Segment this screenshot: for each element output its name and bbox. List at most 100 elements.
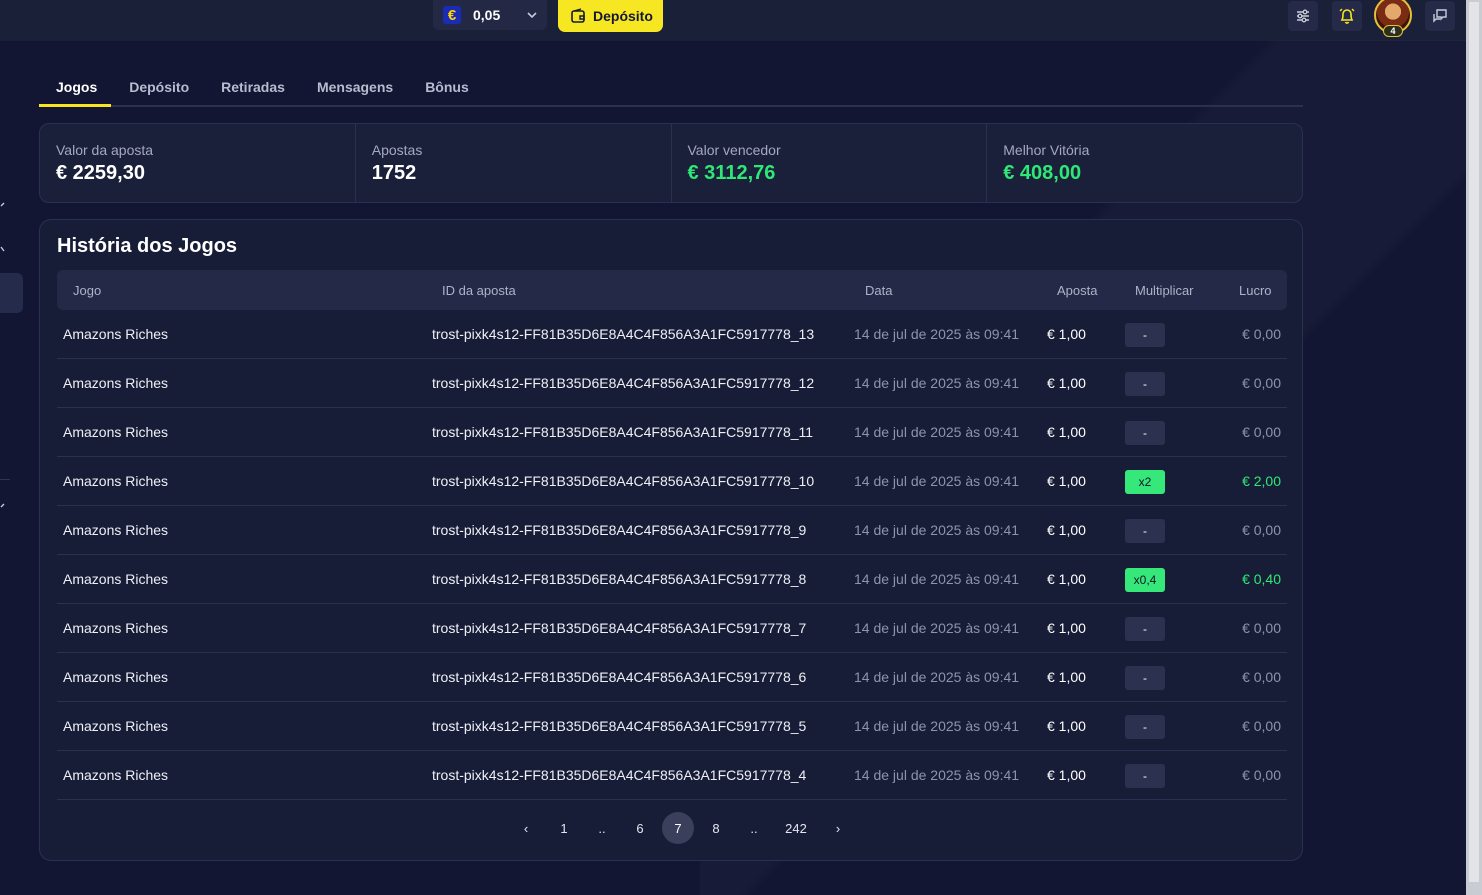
- cell-profit: € 2,00: [1242, 473, 1281, 489]
- cell-multiplier-badge: -: [1125, 764, 1165, 788]
- deposit-button[interactable]: Depósito: [558, 0, 663, 32]
- page-button[interactable]: 1: [548, 812, 580, 844]
- page-ellipsis: ..: [750, 820, 758, 836]
- tab-jogos[interactable]: Jogos: [38, 70, 112, 107]
- cell-game: Amazons Riches: [63, 718, 169, 734]
- table-row[interactable]: Amazons Riches trost-pixk4s12-FF81B35D6E8…: [57, 457, 1287, 506]
- table-row[interactable]: Amazons Riches trost-pixk4s12-FF81B35D6E8…: [57, 604, 1287, 653]
- table-row[interactable]: Amazons Riches trost-pixk4s12-FF81B35D6E8…: [57, 408, 1287, 457]
- sidebar-chevron-icon[interactable]: [0, 500, 10, 510]
- table-row[interactable]: Amazons Riches trost-pixk4s12-FF81B35D6E8…: [57, 506, 1287, 555]
- cell-bet: € 1,00: [1047, 718, 1086, 734]
- cell-date: 14 de jul de 2025 às 09:41: [854, 767, 1020, 783]
- stat-value: € 2259,30: [56, 162, 145, 184]
- cell-profit: € 0,40: [1242, 571, 1281, 587]
- tab-retiradas[interactable]: Retiradas: [221, 70, 285, 105]
- tab-deposito[interactable]: Depósito: [129, 70, 189, 105]
- page-button[interactable]: 6: [624, 812, 656, 844]
- top-bar: € 0,05 Depósito 4: [0, 0, 1466, 41]
- sidebar-chevron-icon[interactable]: [0, 201, 10, 211]
- stat-value: 1752: [371, 162, 417, 184]
- cell-profit: € 0,00: [1242, 375, 1281, 391]
- cell-multiplier-badge: -: [1125, 617, 1165, 641]
- column-header-bet: Aposta: [1057, 283, 1098, 298]
- wallet-icon: [571, 8, 585, 23]
- cell-game: Amazons Riches: [63, 424, 169, 440]
- cell-multiplier-badge: x2: [1125, 470, 1165, 494]
- cell-game: Amazons Riches: [63, 473, 169, 489]
- sidebar-chevron-up-icon[interactable]: [0, 244, 10, 254]
- cell-game: Amazons Riches: [63, 522, 169, 538]
- table-row[interactable]: Amazons Riches trost-pixk4s12-FF81B35D6E8…: [57, 359, 1287, 408]
- table-row[interactable]: Amazons Riches trost-pixk4s12-FF81B35D6E8…: [57, 751, 1287, 800]
- chat-button[interactable]: [1425, 1, 1455, 31]
- notifications-button[interactable]: [1332, 1, 1362, 31]
- chat-icon: [1433, 9, 1447, 23]
- cell-game: Amazons Riches: [63, 375, 169, 391]
- stat-label: Valor da aposta: [56, 142, 154, 158]
- cell-bet-id: trost-pixk4s12-FF81B35D6E8A4C4F856A3A1FC…: [432, 375, 815, 391]
- bell-icon: [1339, 8, 1355, 24]
- cell-multiplier-badge: -: [1125, 715, 1165, 739]
- deposit-button-label: Depósito: [593, 8, 653, 24]
- stat-label: Apostas: [371, 142, 423, 158]
- settings-sliders-button[interactable]: [1288, 1, 1318, 31]
- cell-bet: € 1,00: [1047, 620, 1086, 636]
- column-header-profit: Lucro: [1239, 283, 1272, 298]
- cell-game: Amazons Riches: [63, 620, 169, 636]
- cell-multiplier-badge: x0,4: [1125, 568, 1165, 592]
- balance-value: 0,05: [473, 7, 501, 23]
- cell-date: 14 de jul de 2025 às 09:41: [854, 718, 1020, 734]
- stat-value: € 408,00: [1003, 162, 1082, 184]
- cell-bet: € 1,00: [1047, 571, 1086, 587]
- sliders-icon: [1297, 9, 1309, 23]
- cell-bet: € 1,00: [1047, 522, 1086, 538]
- cell-date: 14 de jul de 2025 às 09:41: [854, 326, 1020, 342]
- cell-profit: € 0,00: [1242, 669, 1281, 685]
- column-header-game: Jogo: [73, 283, 102, 298]
- cell-game: Amazons Riches: [63, 571, 169, 587]
- cell-bet-id: trost-pixk4s12-FF81B35D6E8A4C4F856A3A1FC…: [432, 669, 807, 685]
- table-header: Jogo ID da aposta Data Aposta Multiplica…: [57, 270, 1287, 310]
- cell-bet: € 1,00: [1047, 424, 1086, 440]
- table-row[interactable]: Amazons Riches trost-pixk4s12-FF81B35D6E8…: [57, 653, 1287, 702]
- scrollbar[interactable]: [1466, 0, 1482, 895]
- cell-multiplier-badge: -: [1125, 372, 1165, 396]
- cell-game: Amazons Riches: [63, 326, 169, 342]
- stat-bets: Apostas 1752: [356, 124, 672, 202]
- cell-bet-id: trost-pixk4s12-FF81B35D6E8A4C4F856A3A1FC…: [432, 522, 807, 538]
- current-page-button[interactable]: 7: [662, 812, 694, 844]
- column-header-bet-id: ID da aposta: [442, 283, 516, 298]
- cell-game: Amazons Riches: [63, 767, 169, 783]
- cell-multiplier-badge: -: [1125, 421, 1165, 445]
- cell-profit: € 0,00: [1242, 620, 1281, 636]
- page-button[interactable]: 242: [776, 812, 816, 844]
- cell-multiplier-badge: -: [1125, 666, 1165, 690]
- history-title: História dos Jogos: [57, 235, 238, 257]
- table-row[interactable]: Amazons Riches trost-pixk4s12-FF81B35D6E8…: [57, 310, 1287, 359]
- cell-profit: € 0,00: [1242, 767, 1281, 783]
- cell-bet: € 1,00: [1047, 473, 1086, 489]
- tab-mensagens[interactable]: Mensagens: [317, 70, 393, 105]
- tab-bonus[interactable]: Bônus: [425, 70, 469, 105]
- cell-date: 14 de jul de 2025 às 09:41: [854, 375, 1020, 391]
- cell-bet-id: trost-pixk4s12-FF81B35D6E8A4C4F856A3A1FC…: [432, 473, 815, 489]
- euro-currency-icon: €: [443, 6, 461, 24]
- cell-date: 14 de jul de 2025 às 09:41: [854, 424, 1020, 440]
- stat-value: € 3112,76: [687, 162, 776, 184]
- prev-page-button[interactable]: ‹: [510, 812, 542, 844]
- cell-date: 14 de jul de 2025 às 09:41: [854, 522, 1020, 538]
- game-history-panel: História dos Jogos Jogo ID da aposta Dat…: [39, 219, 1303, 861]
- cell-date: 14 de jul de 2025 às 09:41: [854, 473, 1020, 489]
- cell-bet: € 1,00: [1047, 375, 1086, 391]
- stat-best-win: Melhor Vitória € 408,00: [987, 124, 1302, 202]
- chevron-down-icon[interactable]: [525, 8, 539, 22]
- balance-selector[interactable]: € 0,05: [433, 0, 547, 30]
- table-row[interactable]: Amazons Riches trost-pixk4s12-FF81B35D6E8…: [57, 702, 1287, 751]
- cell-profit: € 0,00: [1242, 522, 1281, 538]
- sidebar-active-item[interactable]: [0, 273, 23, 313]
- cell-bet-id: trost-pixk4s12-FF81B35D6E8A4C4F856A3A1FC…: [432, 718, 807, 734]
- table-row[interactable]: Amazons Riches trost-pixk4s12-FF81B35D6E8…: [57, 555, 1287, 604]
- page-button[interactable]: 8: [700, 812, 732, 844]
- next-page-button[interactable]: ›: [822, 812, 854, 844]
